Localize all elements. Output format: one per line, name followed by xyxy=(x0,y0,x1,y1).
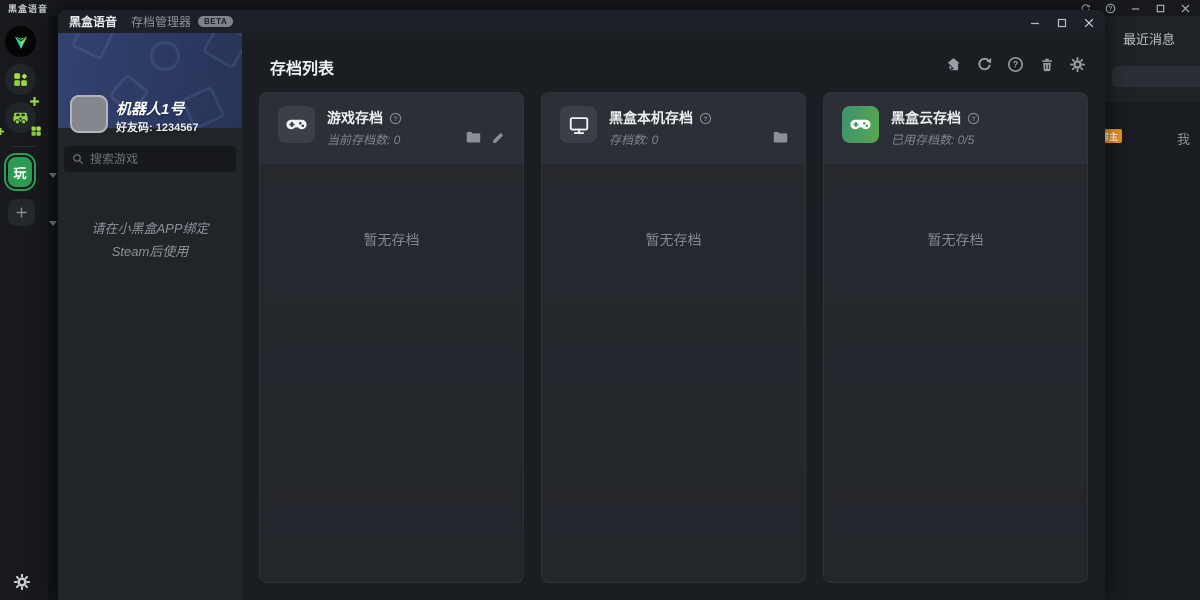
message-card[interactable] xyxy=(1112,66,1200,87)
search-icon xyxy=(72,153,84,165)
gamepad-cloud-icon xyxy=(842,106,879,143)
add-button[interactable] xyxy=(8,199,35,226)
bind-hint-line1: 请在小黑盒APP绑定 xyxy=(58,218,242,237)
monitor-icon xyxy=(560,106,597,143)
save-card-cloud[interactable]: 黑盒云存档 ? 已用存档数: 0/5 暂无存档 xyxy=(823,92,1088,583)
game-search-box[interactable] xyxy=(64,146,236,172)
profile-panel: 机器人1号 好友码: 1234567 请在小黑盒APP绑定 Steam后使用 xyxy=(58,33,242,600)
card-title: 黑盒云存档 xyxy=(891,108,961,128)
folder-icon[interactable] xyxy=(465,129,482,146)
help-icon[interactable]: ? xyxy=(699,112,712,125)
save-card-local[interactable]: 黑盒本机存档 ? 存档数: 0 暂无存档 xyxy=(541,92,806,583)
recent-messages-panel: 最近消息 xyxy=(1105,16,1200,600)
svg-text:?: ? xyxy=(704,115,708,122)
search-input[interactable] xyxy=(90,152,228,166)
mini-apps-badge-icon xyxy=(30,125,42,137)
page-title: 存档列表 xyxy=(270,55,334,79)
svg-text:?: ? xyxy=(972,115,976,122)
play-tab-button[interactable]: 玩 xyxy=(8,157,32,187)
sparkle-icon xyxy=(0,128,4,135)
help-icon[interactable]: ? xyxy=(1104,2,1116,14)
sparkle-icon xyxy=(30,97,39,106)
bind-hint-line2: Steam后使用 xyxy=(58,241,242,260)
save-manager-window: 黑盒语音 存档管理器 BETA xyxy=(58,10,1105,600)
gamepad-icon xyxy=(278,106,315,143)
empty-state-text: 暂无存档 xyxy=(824,230,1087,250)
modal-titlebar: 黑盒语音 存档管理器 BETA xyxy=(58,10,1105,33)
help-icon[interactable]: ? xyxy=(389,112,402,125)
chevron-down-icon[interactable] xyxy=(49,173,57,178)
edit-icon[interactable] xyxy=(490,129,507,146)
beta-badge: BETA xyxy=(198,16,233,27)
maximize-icon[interactable] xyxy=(1056,17,1068,29)
game-bus-icon[interactable] xyxy=(5,102,36,133)
app-title: 黑盒语音 xyxy=(8,2,48,15)
modal-app-name: 黑盒语音 xyxy=(69,13,117,30)
gear-icon[interactable] xyxy=(13,573,31,591)
close-icon[interactable] xyxy=(1179,2,1191,14)
minimize-icon[interactable] xyxy=(1029,17,1041,29)
card-title: 游戏存档 xyxy=(327,108,383,128)
help-icon[interactable]: ? xyxy=(1006,55,1025,74)
empty-state-text: 暂无存档 xyxy=(542,230,805,250)
svg-text:?: ? xyxy=(1013,60,1018,70)
help-icon[interactable]: ? xyxy=(967,112,980,125)
app-sidebar: 玩 xyxy=(0,16,48,600)
gear-icon[interactable] xyxy=(1068,55,1087,74)
card-subtitle: 已用存档数: 0/5 xyxy=(891,131,974,148)
card-title: 黑盒本机存档 xyxy=(609,108,693,128)
empty-state-text: 暂无存档 xyxy=(260,230,523,250)
chat-area xyxy=(1105,102,1200,600)
chevron-down-icon[interactable] xyxy=(49,221,57,226)
modal-page-name: 存档管理器 xyxy=(131,13,191,30)
card-subtitle: 存档数: 0 xyxy=(609,131,658,148)
save-list-toolbar: ? xyxy=(944,55,1087,74)
save-card-game[interactable]: 游戏存档 ? 当前存档数: 0 暂无存档 xyxy=(259,92,524,583)
me-label: 我 xyxy=(1177,129,1190,148)
trash-icon[interactable] xyxy=(1037,55,1056,74)
svg-text:?: ? xyxy=(394,115,398,122)
folder-icon[interactable] xyxy=(772,129,789,146)
heybox-logo[interactable] xyxy=(5,26,36,57)
screen: 黑盒语音 ? xyxy=(0,0,1200,600)
friend-code: 好友码: 1234567 xyxy=(116,119,199,135)
apps-grid-icon[interactable] xyxy=(5,64,36,95)
maximize-icon[interactable] xyxy=(1154,2,1166,14)
save-list-panel: 存档列表 ? xyxy=(242,33,1105,600)
card-subtitle: 当前存档数: 0 xyxy=(327,131,400,148)
refresh-icon[interactable] xyxy=(975,55,994,74)
minimize-icon[interactable] xyxy=(1129,2,1141,14)
recent-messages-title: 最近消息 xyxy=(1123,29,1175,48)
background-window-edge xyxy=(48,16,58,600)
sidebar-divider xyxy=(10,146,37,147)
close-icon[interactable] xyxy=(1083,17,1095,29)
modal-window-controls xyxy=(1029,17,1095,29)
avatar[interactable] xyxy=(70,95,108,133)
profile-name: 机器人1号 xyxy=(116,98,184,119)
home-icon[interactable] xyxy=(944,55,963,74)
play-tab-label: 玩 xyxy=(13,163,26,182)
svg-text:?: ? xyxy=(1108,6,1112,12)
